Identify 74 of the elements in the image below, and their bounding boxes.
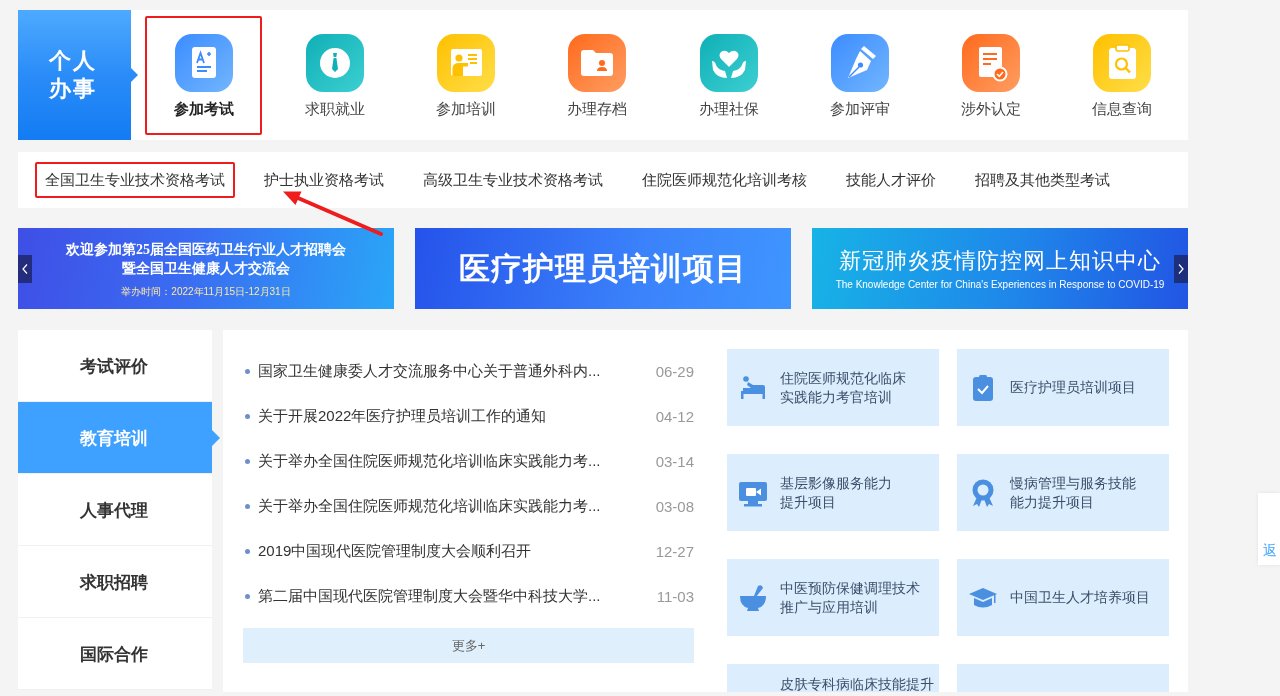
- news-title-link[interactable]: 关于开展2022年医疗护理员培训工作的通知: [258, 407, 656, 426]
- project-title: 慢病管理与服务技能: [1010, 474, 1136, 493]
- news-date: 03-14: [655, 453, 694, 470]
- exam-category-link[interactable]: 高级卫生专业技术资格考试: [413, 162, 613, 198]
- document-check-icon: [962, 34, 1021, 92]
- news-title-link[interactable]: 第二届中国现代医院管理制度大会暨华中科技大学...: [258, 587, 657, 606]
- project-title: 推广与应用培训: [780, 598, 879, 617]
- service-item[interactable]: 涉外认定: [932, 16, 1050, 135]
- banner-title: 医疗护理员培训项目: [459, 249, 747, 288]
- exam-category-link[interactable]: 招聘及其他类型考试: [965, 162, 1120, 198]
- folder-person-icon: [568, 34, 627, 92]
- project-title: 住院医师规范化临床: [780, 369, 906, 388]
- banner-title: 新冠肺炎疫情防控网上知识中心: [839, 246, 1161, 275]
- exam-category-link[interactable]: 全国卫生专业技术资格考试: [35, 162, 235, 198]
- banner-date: 举办时间：2022年11月15日-12月31日: [121, 285, 291, 298]
- project-title: 皮肤专科病临床技能提升: [780, 676, 934, 692]
- project-title: 中国卫生人才培养项目: [1010, 589, 1150, 607]
- project-card[interactable]: 基层影像服务能力 提升项目: [727, 454, 939, 531]
- carousel-prev-button[interactable]: [18, 255, 32, 283]
- bullet-icon: [245, 594, 250, 599]
- news-title-link[interactable]: 2019中国现代医院管理制度大会顺利召开: [258, 542, 656, 561]
- project-card[interactable]: 住院医师规范化临床 实践能力考官培训: [727, 349, 939, 426]
- service-item[interactable]: 参加考试: [145, 16, 263, 135]
- bullet-icon: [245, 504, 250, 509]
- project-card[interactable]: 皮肤专科病临床技能提升: [727, 664, 939, 692]
- service-item[interactable]: 参加评审: [801, 16, 919, 135]
- exam-category-link[interactable]: 住院医师规范化培训考核: [632, 162, 817, 198]
- bullet-icon: [245, 549, 250, 554]
- project-card[interactable]: 中医预防保健调理技术 推广与应用培训: [727, 559, 939, 636]
- exam-category-link[interactable]: 护士执业资格考试: [254, 162, 394, 198]
- banner-subtitle: 暨全国卫生健康人才交流会: [122, 259, 290, 278]
- project-title: 实践能力考官培训: [780, 388, 893, 407]
- service-item[interactable]: 信息查询: [1063, 16, 1181, 135]
- chevron-left-icon: [22, 264, 28, 274]
- more-button[interactable]: 更多+: [243, 628, 694, 663]
- banner-subtitle: The Knowledge Center for China's Experiences in Response to COVID-19: [835, 277, 1165, 291]
- project-card[interactable]: 慢病管理与服务技能 能力提升项目: [957, 454, 1169, 531]
- bullet-icon: [245, 414, 250, 419]
- project-title: 基层影像服务能力: [780, 474, 892, 493]
- chevron-right-icon: [1178, 264, 1184, 274]
- event-banner[interactable]: 欢迎参加第25届全国医药卫生行业人才招聘会 暨全国卫生健康人才交流会 举办时间：2022年11月15日-12月31日: [18, 228, 394, 309]
- news-title-link[interactable]: 国家卫生健康委人才交流服务中心关于普通外科内...: [258, 362, 656, 381]
- bed-patient-icon: [739, 373, 767, 402]
- news-date: 04-12: [655, 408, 694, 425]
- news-date: 03-08: [655, 498, 694, 515]
- carousel-next-button[interactable]: [1174, 255, 1188, 283]
- bullet-icon: [245, 369, 250, 374]
- service-item[interactable]: 参加培训: [407, 16, 525, 135]
- project-title: 能力提升项目: [1010, 493, 1095, 512]
- project-title: 医疗护理员培训项目: [1010, 379, 1136, 397]
- news-date: 11-03: [656, 588, 694, 605]
- document-plus-icon: [174, 34, 233, 92]
- section-header: 个人办事: [18, 10, 138, 140]
- tie-icon: [305, 34, 364, 92]
- exam-category-link[interactable]: 技能人才评价: [836, 162, 946, 198]
- mortar-bowl-icon: [739, 583, 767, 612]
- service-item[interactable]: 办理社保: [670, 16, 788, 135]
- project-card[interactable]: 中国卫生人才培养项目: [957, 559, 1169, 636]
- news-date: 12-27: [655, 543, 694, 560]
- project-card[interactable]: 医疗护理员培训项目: [957, 349, 1169, 426]
- bullet-icon: [245, 459, 250, 464]
- service-item[interactable]: 办理存档: [538, 16, 656, 135]
- clipboard-search-icon: [1093, 34, 1152, 92]
- pen-nib-icon: [830, 34, 889, 92]
- project-title: 提升项目: [780, 493, 837, 512]
- training-banner[interactable]: 医疗护理员培训项目: [415, 228, 791, 309]
- project-title: 中医预防保健调理技术: [780, 579, 920, 598]
- news-date: 06-29: [655, 363, 694, 380]
- service-item[interactable]: 求职就业: [276, 16, 394, 135]
- heart-hands-icon: [699, 34, 758, 92]
- news-title-link[interactable]: 关于举办全国住院医师规范化培训临床实践能力考...: [258, 452, 656, 471]
- presenter-board-icon: [437, 34, 496, 92]
- news-title-link[interactable]: 关于举办全国住院医师规范化培训临床实践能力考...: [258, 497, 656, 516]
- banner-title: 欢迎参加第25届全国医药卫生行业人才招聘会: [66, 240, 346, 259]
